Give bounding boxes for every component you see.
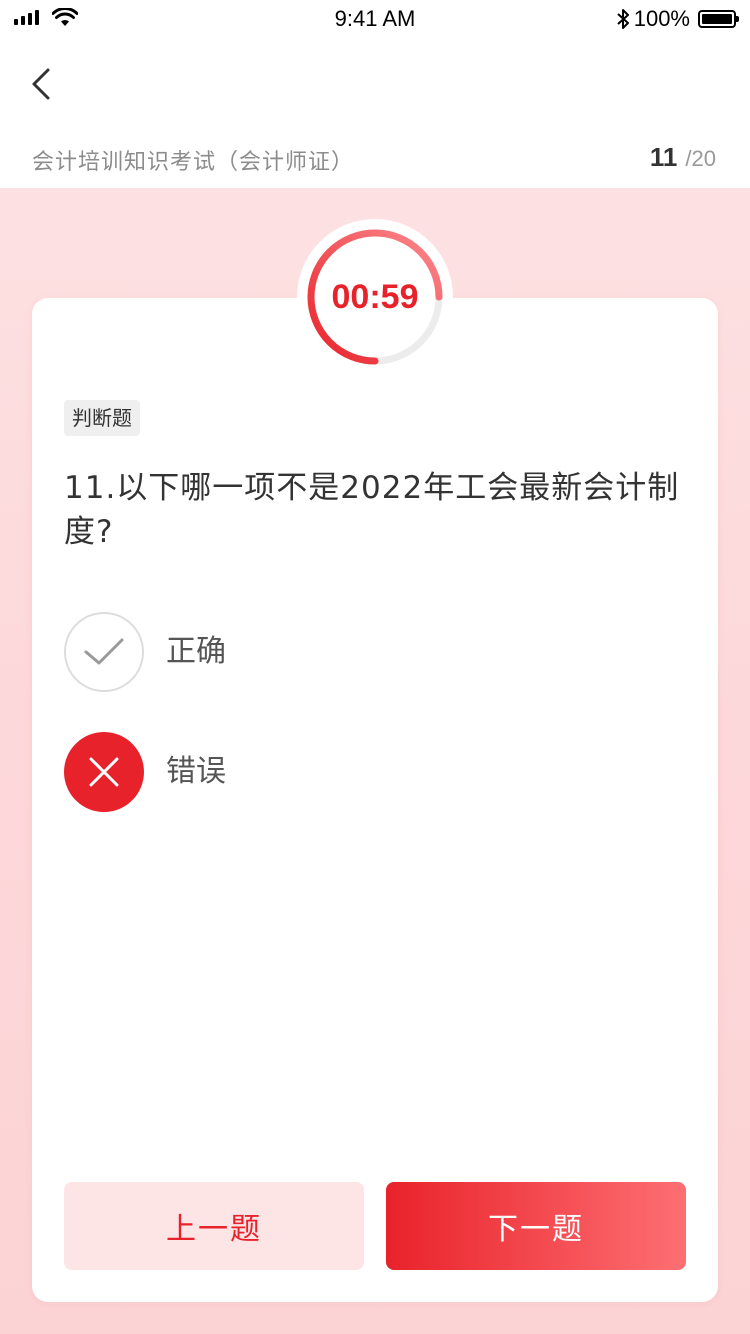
countdown-timer: 00:59: [297, 219, 453, 375]
progress-total: /20: [685, 146, 716, 171]
timer-text: 00:59: [331, 277, 419, 316]
question-type-badge: 判断题: [64, 400, 140, 436]
battery-fill: [702, 14, 732, 24]
bluetooth-icon: [617, 9, 629, 29]
close-icon: [89, 757, 119, 787]
battery-icon: [698, 10, 739, 28]
status-bar: 9:41 AM 100%: [0, 0, 750, 40]
status-right: 100%: [616, 6, 739, 32]
progress-current: 11: [649, 142, 678, 172]
option-false-label: 错误: [166, 754, 226, 789]
option-true-circle: [64, 612, 144, 692]
exam-header: 会计培训知识考试（会计师证） 11 /20: [0, 130, 750, 188]
battery-percent: 100%: [633, 6, 690, 31]
prev-question-button[interactable]: 上一题: [64, 1182, 364, 1270]
option-false-circle: [64, 732, 144, 812]
exam-title: 会计培训知识考试（会计师证）: [32, 150, 355, 175]
chevron-left-icon: [32, 68, 50, 100]
option-false[interactable]: 错误: [64, 732, 664, 812]
next-question-button[interactable]: 下一题: [386, 1182, 686, 1270]
option-true-label: 正确: [166, 634, 226, 669]
question-text: 11.以下哪一项不是2022年工会最新会计制度?: [64, 470, 680, 550]
check-icon: [84, 638, 124, 665]
back-button[interactable]: [24, 62, 64, 106]
option-true[interactable]: 正确: [64, 612, 664, 692]
question-progress: 11 /20: [650, 142, 716, 173]
